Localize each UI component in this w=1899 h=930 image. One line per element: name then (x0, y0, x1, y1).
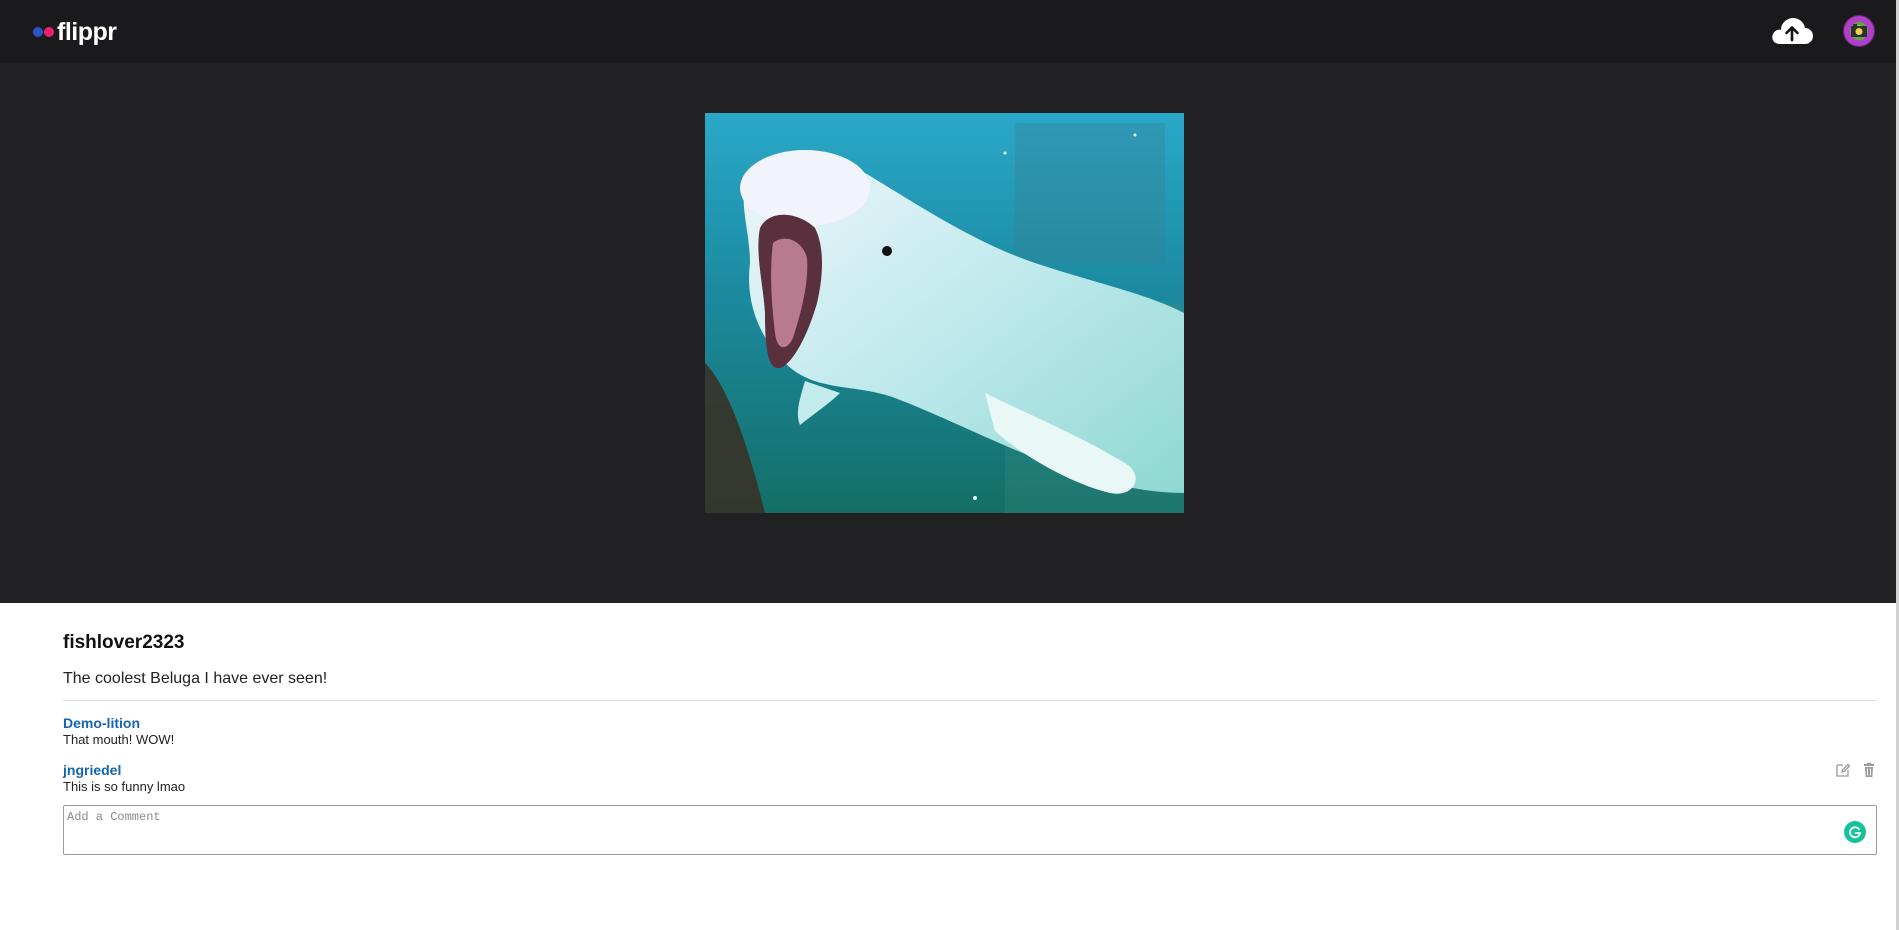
logo-blue-dot (33, 27, 43, 37)
grammarly-icon[interactable] (1844, 821, 1866, 843)
logo-pink-dot (44, 27, 54, 37)
photo-image[interactable] (705, 113, 1184, 513)
comment-item: jngriedel This is so funny lmao (63, 762, 1877, 795)
comment-input[interactable] (64, 806, 1820, 854)
beluga-photo (705, 113, 1184, 513)
comment-text: This is so funny lmao (63, 779, 186, 794)
photo-stage (0, 63, 1896, 603)
user-avatar[interactable] (1844, 16, 1874, 46)
comment-text: That mouth! WOW! (63, 732, 175, 747)
flippr-logo[interactable]: flippr (33, 18, 117, 46)
avatar-image (1851, 24, 1867, 37)
top-nav-bar: flippr (0, 0, 1896, 63)
logo-text: flippr (57, 18, 117, 46)
upload-button[interactable] (1770, 14, 1814, 48)
comment-actions (1835, 762, 1877, 778)
comment-item: Demo-lition That mouth! WOW! (63, 715, 1877, 748)
divider (63, 700, 1877, 701)
comment-author[interactable]: Demo-lition (63, 715, 1877, 732)
comment-author[interactable]: jngriedel (63, 762, 1877, 779)
trash-icon[interactable] (1861, 762, 1877, 778)
cloud-upload-icon (1772, 18, 1813, 44)
post-caption: The coolest Beluga I have ever seen! (63, 670, 328, 687)
edit-icon[interactable] (1835, 762, 1851, 778)
comment-input-box (63, 805, 1877, 855)
post-owner[interactable]: fishlover2323 (63, 632, 184, 654)
